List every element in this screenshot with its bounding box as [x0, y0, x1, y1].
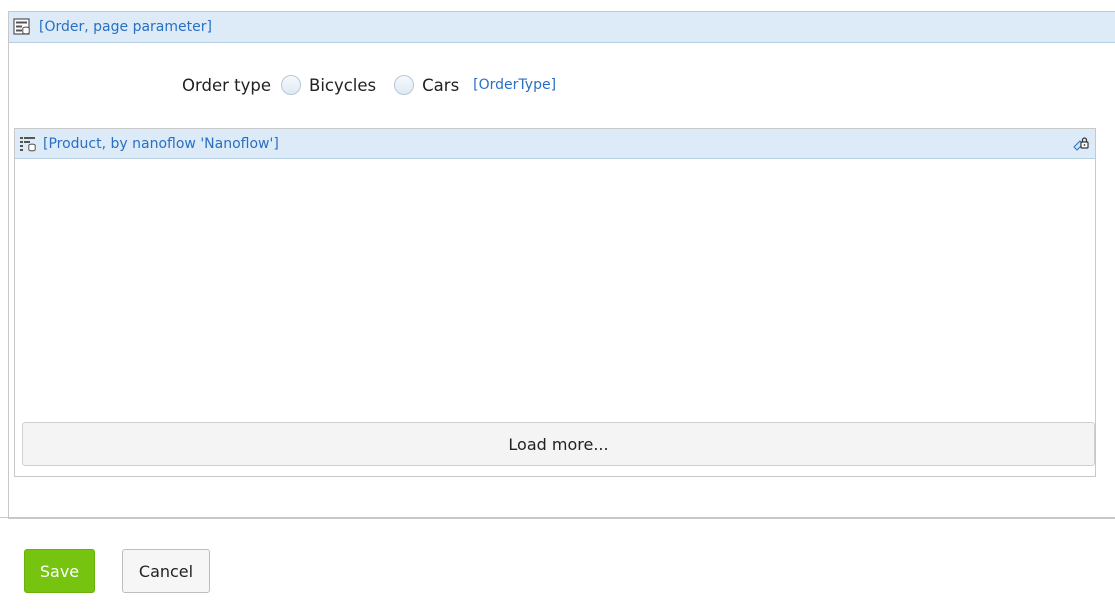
listview-header: [Product, by nanoflow 'Nanoflow'] [15, 129, 1095, 159]
listview-icon [19, 135, 37, 153]
cancel-button[interactable]: Cancel [122, 549, 210, 593]
listview-header-label: [Product, by nanoflow 'Nanoflow'] [43, 135, 279, 152]
radio-bicycles[interactable] [281, 75, 301, 95]
order-type-field: Order type Bicycles Cars [OrderType] [182, 75, 556, 95]
dataview-header-label: [Order, page parameter] [39, 19, 212, 35]
dataview-header: [Order, page parameter] [9, 12, 1115, 43]
product-listview: [Product, by nanoflow 'Nanoflow'] Load m… [14, 128, 1096, 477]
save-button[interactable]: Save [24, 549, 95, 593]
order-type-label: Order type [182, 75, 271, 95]
order-type-attribute: [OrderType] [473, 77, 557, 93]
load-more-button[interactable]: Load more... [22, 422, 1095, 466]
footer-divider [0, 517, 1115, 518]
dataview-icon [13, 18, 31, 36]
radio-bicycles-label[interactable]: Bicycles [309, 76, 376, 95]
radio-cars-label[interactable]: Cars [422, 76, 459, 95]
radio-cars[interactable] [394, 75, 415, 95]
lock-icon[interactable] [1072, 135, 1090, 153]
